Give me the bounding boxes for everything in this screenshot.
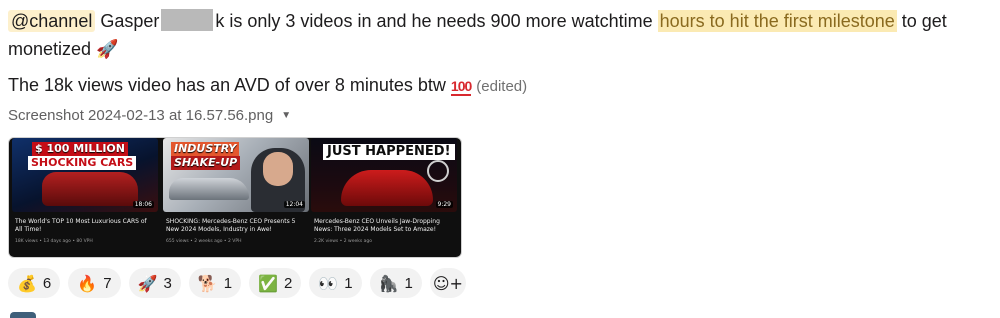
video-title: SHOCKING: Mercedes-Benz CEO Presents 5 N… bbox=[166, 218, 296, 233]
add-emoji-icon: ☺+ bbox=[432, 273, 463, 293]
video-title: Mercedes-Benz CEO Unveils Jaw-Dropping N… bbox=[314, 218, 440, 233]
video-duration: 9:29 bbox=[435, 201, 453, 208]
reaction-count: 2 bbox=[283, 274, 293, 292]
reaction-count: 1 bbox=[344, 274, 353, 292]
rocket-icon: 🚀 bbox=[96, 39, 119, 60]
car-graphic bbox=[341, 170, 433, 206]
edited-label: (edited) bbox=[476, 78, 528, 95]
mercedes-logo-icon bbox=[427, 160, 449, 182]
car-graphic bbox=[42, 172, 138, 206]
reaction-check-mark[interactable]: ✅ 2 bbox=[249, 268, 302, 298]
chevron-down-icon[interactable]: ▼ bbox=[281, 110, 291, 121]
car-graphic bbox=[169, 178, 249, 200]
reactions-bar: 💰 6 🔥 7 🚀 3 🐕 1 ✅ 2 👀 1 🦍 1 ☺+ bbox=[8, 268, 466, 298]
video-card: JUST HAPPENED! 9:29 Mercedes-Benz CEO Un… bbox=[311, 138, 457, 257]
reaction-count: 3 bbox=[163, 274, 172, 292]
reaction-eyes[interactable]: 👀 1 bbox=[309, 268, 362, 298]
message-text-monetized: monetized bbox=[8, 39, 92, 59]
thumbnail-overlay-text: SHAKE-UP bbox=[171, 156, 241, 170]
reaction-count: 6 bbox=[42, 274, 52, 292]
reaction-count: 1 bbox=[404, 274, 413, 292]
highlighted-text: hours to hit the first milestone bbox=[657, 10, 897, 32]
video-meta: 655 views • 2 weeks ago • 2 VPH bbox=[166, 239, 242, 244]
message-text-name: Gasper bbox=[100, 11, 160, 31]
message-body: @channel Gasper k is only 3 videos in and… bbox=[8, 6, 992, 127]
message-line-1: @channel Gasper k is only 3 videos in and… bbox=[8, 6, 992, 36]
doge-icon: 🐕 bbox=[197, 273, 218, 293]
redacted-block bbox=[161, 9, 214, 31]
eyes-icon: 👀 bbox=[318, 273, 339, 293]
video-thumbnail: INDUSTRY SHAKE-UP 12:04 bbox=[163, 138, 309, 212]
video-card: $ 100 MILLION SHOCKING CARS 18:06 The Wo… bbox=[12, 138, 158, 257]
hundred-points-icon: 100 bbox=[450, 78, 472, 96]
add-reaction-button[interactable]: ☺+ bbox=[429, 268, 466, 298]
video-title: The World's TOP 10 Most Luxurious CARS o… bbox=[15, 218, 147, 233]
video-meta: 18K views • 13 days ago • 80 VPH bbox=[15, 239, 93, 244]
message-line-1b: monetized 🚀 bbox=[8, 34, 992, 65]
reaction-fire[interactable]: 🔥 7 bbox=[68, 268, 121, 298]
rocket-icon: 🚀 bbox=[137, 273, 158, 293]
gorilla-icon: 🦍 bbox=[378, 273, 399, 293]
reaction-money-bag[interactable]: 💰 6 bbox=[8, 268, 61, 298]
video-card: INDUSTRY SHAKE-UP 12:04 SHOCKING: Merced… bbox=[163, 138, 309, 257]
fire-icon: 🔥 bbox=[77, 273, 98, 293]
attachment-filename[interactable]: Screenshot 2024-02-13 at 16.57.56.png bbox=[8, 107, 273, 124]
message-line-2: The 18k views video has an AVD of over 8… bbox=[8, 71, 992, 101]
reaction-gorilla[interactable]: 🦍 1 bbox=[369, 268, 422, 298]
reaction-rocket[interactable]: 🚀 3 bbox=[128, 268, 181, 298]
channel-mention[interactable]: @channel bbox=[8, 10, 96, 32]
avatar[interactable] bbox=[10, 312, 36, 318]
video-duration: 12:04 bbox=[283, 201, 305, 208]
money-bag-icon: 💰 bbox=[17, 273, 37, 293]
thumbnail-overlay-text: $ 100 MILLION bbox=[32, 142, 128, 156]
thumbnail-overlay-text: SHOCKING CARS bbox=[28, 156, 137, 170]
image-attachment[interactable]: $ 100 MILLION SHOCKING CARS 18:06 The Wo… bbox=[8, 137, 462, 258]
video-meta: 2.2K views • 2 weeks ago bbox=[314, 239, 373, 244]
reaction-count: 7 bbox=[103, 274, 112, 292]
reaction-count: 1 bbox=[223, 274, 233, 292]
attachment-header[interactable]: Screenshot 2024-02-13 at 16.57.56.png ▼ bbox=[8, 103, 992, 127]
message-text-2: The 18k views video has an AVD of over 8… bbox=[8, 75, 446, 95]
check-mark-icon: ✅ bbox=[258, 273, 278, 293]
thumbnail-overlay-text: JUST HAPPENED! bbox=[323, 144, 455, 160]
reaction-doge[interactable]: 🐕 1 bbox=[188, 268, 242, 298]
video-duration: 18:06 bbox=[132, 201, 154, 208]
video-thumbnail: $ 100 MILLION SHOCKING CARS 18:06 bbox=[12, 138, 158, 212]
message-text: k is only 3 videos in and he needs 900 m… bbox=[215, 11, 653, 31]
thumbnail-overlay-text: INDUSTRY bbox=[171, 142, 240, 156]
video-thumbnail: JUST HAPPENED! 9:29 bbox=[311, 138, 457, 212]
message-text-tail: to get bbox=[901, 11, 947, 31]
face-graphic bbox=[263, 152, 293, 186]
